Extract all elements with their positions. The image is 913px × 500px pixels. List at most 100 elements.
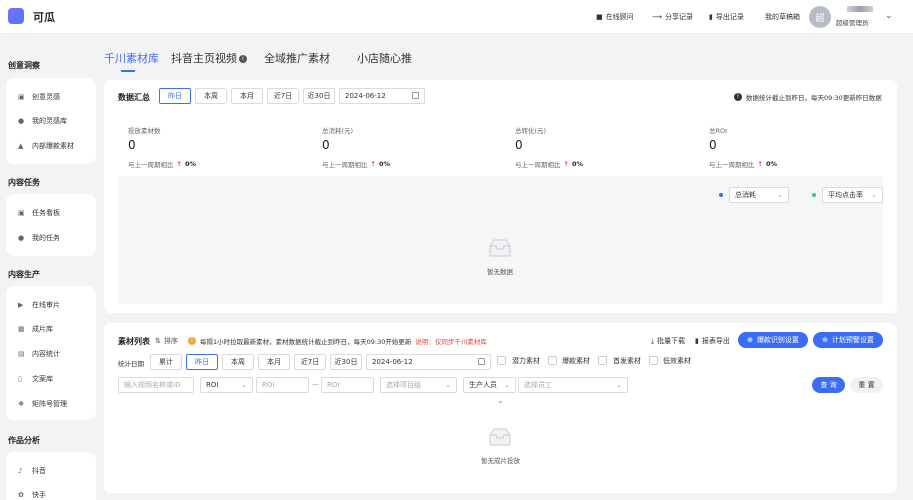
legend-dot-ctr (812, 193, 816, 197)
tab-shop-promo[interactable]: 小店随心推 (357, 50, 412, 66)
expand-filters-icon[interactable]: ⌄ (497, 396, 504, 405)
drafts-link[interactable]: 我的草稿箱 (765, 12, 800, 22)
range-30days-button[interactable]: 近30日 (303, 88, 335, 104)
list-range-7days-button[interactable]: 近7日 (294, 354, 326, 370)
plan-alert-settings-button[interactable]: ⊕ 计划预警设置 (813, 332, 883, 348)
sidebar-item-internal-hits[interactable]: ▲ 内部爆款素材 (18, 141, 74, 151)
low-efficiency-checkbox[interactable] (649, 356, 658, 365)
producer-select[interactable]: 生产人员 ⌄ (463, 377, 516, 393)
sidebar-item-kuaishou[interactable]: ✿ 快手 (18, 490, 46, 500)
sidebar-group-title: 内容任务 (8, 178, 40, 187)
metric-max-input[interactable]: ROI (321, 377, 374, 393)
doc-icon: ▯ (18, 375, 22, 383)
sidebar-item-online-review[interactable]: ▶ 在线审片 (18, 300, 60, 310)
range-month-button[interactable]: 本月 (231, 88, 263, 104)
export-label: 导出记录 (715, 13, 744, 21)
sidebar-item-douyin[interactable]: ♪ 抖音 (18, 466, 46, 476)
metric-compare: 与上一周期相比 ↑ 0% (322, 159, 390, 169)
query-button[interactable]: 查 询 (812, 377, 845, 393)
sidebar-group-title: 作品分析 (8, 436, 40, 445)
project-group-select[interactable]: 选择项目组 ⌄ (380, 377, 457, 393)
metric-select-consume[interactable]: 总消耗 ⌄ (729, 187, 789, 203)
sidebar-item-film-library[interactable]: ▦ 成片库 (18, 324, 53, 334)
sidebar-item-label: 成片库 (32, 325, 53, 333)
list-range-yesterday-button[interactable]: 昨日 (186, 354, 218, 370)
export-records-link[interactable]: ▮ 导出记录 (709, 12, 744, 22)
tab-qianchuan-library[interactable]: 千川素材库 (104, 50, 159, 66)
potential-checkbox[interactable] (497, 356, 506, 365)
range-yesterday-button[interactable]: 昨日 (159, 88, 191, 104)
select-value: 生产人员 (469, 381, 497, 389)
sidebar-item-creative-ideas[interactable]: ▣ 创意灵感 (18, 92, 60, 102)
kuaishou-icon: ✿ (18, 491, 24, 499)
sidebar-item-content-stats[interactable]: ▤ 内容统计 (18, 349, 60, 359)
sidebar-item-copy-library[interactable]: ▯ 文案库 (18, 374, 53, 384)
select-placeholder: 选择项目组 (386, 381, 421, 389)
list-range-month-button[interactable]: 本月 (258, 354, 290, 370)
sidebar: 创意洞察 ▣ 创意灵感 ● 我的灵感库 ▲ 内部爆款素材 内容任务 ▣ 任务看板 ● 我的… (0, 34, 104, 500)
top-bar: 可瓜 ■ 在线顾问 ⟶ 分享记录 ▮ 导出记录 我的草稿箱 超 超级管理员 ⌄ (0, 0, 913, 34)
tab-omni-promo[interactable]: 全域推广素材 (264, 50, 330, 66)
range-7days-button[interactable]: 近7日 (267, 88, 299, 104)
sort-toggle[interactable]: ⇅ 排序 (155, 336, 178, 346)
sidebar-item-my-ideas[interactable]: ● 我的灵感库 (18, 116, 67, 126)
stat-date-label: 统计日期 (118, 360, 144, 368)
sidebar-item-my-tasks[interactable]: ● 我的任务 (18, 233, 60, 243)
sidebar-item-task-board[interactable]: ▣ 任务看板 (18, 208, 60, 218)
compare-value: 0% (765, 160, 777, 168)
empty-box-icon (489, 428, 511, 446)
fire-icon: ▲ (18, 142, 24, 150)
chevron-down-icon: ⌄ (777, 191, 783, 199)
sidebar-item-label: 文案库 (32, 375, 53, 383)
empty-state-text: 暂无数据 (487, 268, 513, 276)
list-range-total-button[interactable]: 累计 (150, 354, 182, 370)
metric-select[interactable]: ROI ⌄ (200, 377, 253, 393)
sync-explain-link[interactable]: 说明：仅同步千川素材库 (415, 336, 487, 346)
reset-button[interactable]: 重 置 (850, 377, 883, 393)
summary-title: 数据汇总 (118, 93, 150, 102)
review-icon: ▶ (18, 301, 24, 309)
sidebar-item-label: 任务看板 (32, 209, 60, 217)
chevron-down-icon: ⌄ (871, 191, 877, 199)
arrow-up-icon: ↑ (757, 160, 763, 168)
tab-douyin-home-videos[interactable]: 抖音主页视频 i (171, 50, 247, 66)
plus-circle-icon: ⊕ (822, 336, 828, 344)
summary-date-picker[interactable]: 2024-06-12 (339, 88, 425, 104)
export-report-button[interactable]: ▮ 报表导出 (695, 336, 730, 346)
date-value: 2024-06-12 (345, 92, 386, 100)
list-range-week-button[interactable]: 本周 (222, 354, 254, 370)
share-icon: ⟶ (652, 13, 663, 21)
user-icon: ● (18, 234, 25, 242)
calendar-icon (478, 358, 485, 365)
avatar[interactable]: 超 (809, 6, 831, 28)
range-week-button[interactable]: 本周 (195, 88, 227, 104)
batch-download-button[interactable]: ⤓ 批量下载 (651, 336, 685, 346)
list-range-30days-button[interactable]: 近30日 (330, 354, 362, 370)
staff-select[interactable]: 选择员工 ⌄ (518, 377, 628, 393)
person-icon: ■ (596, 13, 603, 21)
consult-link[interactable]: ■ 在线顾问 (596, 12, 634, 22)
sort-label: 排序 (163, 337, 178, 345)
alert-icon: ! (734, 93, 742, 101)
legend-dot-consume (719, 193, 723, 197)
sort-icon: ⇅ (155, 337, 161, 345)
chevron-down-icon[interactable]: ⌄ (885, 11, 893, 21)
info-icon[interactable]: i (239, 55, 247, 63)
metric-select-ctr[interactable]: 平均点击率 ⌄ (822, 187, 883, 203)
share-records-link[interactable]: ⟶ 分享记录 (652, 12, 693, 22)
list-date-picker[interactable]: 2024-06-12 (366, 354, 491, 370)
file-icon: ▮ (709, 13, 713, 21)
select-placeholder: 选择员工 (524, 381, 552, 389)
film-icon: ▦ (18, 325, 25, 333)
date-value: 2024-06-12 (372, 358, 413, 366)
first-release-checkbox[interactable] (598, 356, 607, 365)
video-search-input[interactable]: 输入视频名称或ID (118, 377, 194, 393)
metric-value: 0 (515, 138, 523, 152)
sidebar-item-label: 抖音 (32, 467, 46, 475)
viral-detect-settings-button[interactable]: ⊕ 爆款识别设置 (738, 332, 808, 348)
sidebar-item-label: 内部爆款素材 (32, 142, 74, 150)
tiktok-icon: ♪ (18, 467, 23, 475)
sidebar-item-matrix-accounts[interactable]: ❖ 矩阵号管理 (18, 399, 67, 409)
metric-min-input[interactable]: ROI (256, 377, 309, 393)
viral-checkbox[interactable] (548, 356, 557, 365)
